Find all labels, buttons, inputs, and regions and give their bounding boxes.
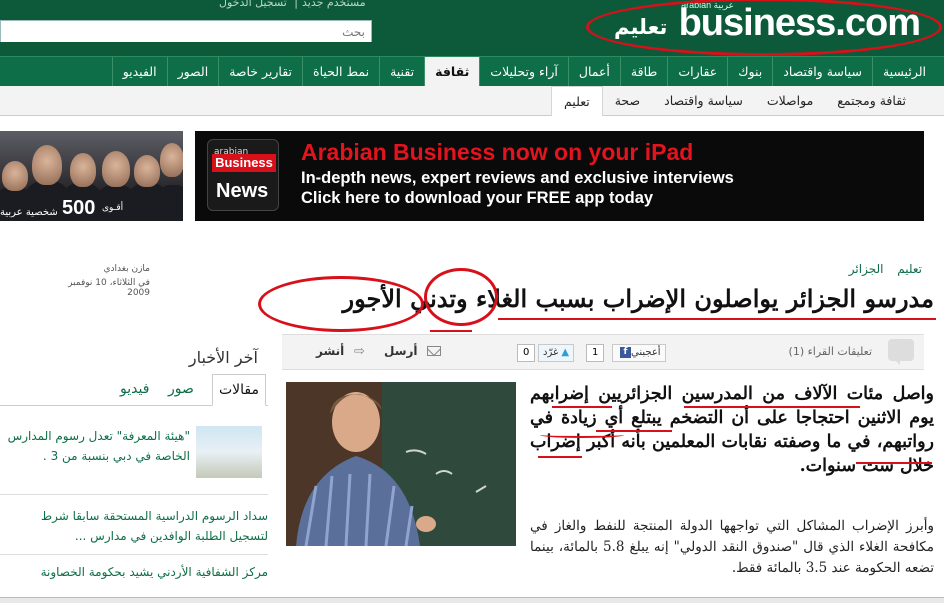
nav-item[interactable]: أعمال xyxy=(567,57,620,87)
teacher-illustration xyxy=(286,382,516,546)
subnav-item[interactable]: تعليم xyxy=(550,86,603,116)
banner-face xyxy=(102,151,130,187)
page-root: { "header": { "login_link": "تسجيل الدخو… xyxy=(0,0,944,603)
latest-news-tabs: مقالات صور فيديو xyxy=(0,374,268,406)
nav-item[interactable]: ثقافة xyxy=(424,57,480,87)
facebook-like-button[interactable]: f أعجبني xyxy=(612,344,666,362)
search-box xyxy=(0,20,372,42)
annotation-underline xyxy=(856,462,932,464)
list-divider xyxy=(0,554,268,555)
ipad-banner-headline: Arabian Business now on your iPad xyxy=(301,139,694,165)
annotation-underline xyxy=(498,318,936,320)
annotation-circle-word xyxy=(424,268,498,326)
nav-item[interactable]: بنوك xyxy=(727,57,772,87)
tweet-label: غرّد xyxy=(543,347,559,358)
ipad-banner-cta: Click here to download your FREE app tod… xyxy=(301,189,654,207)
banner-face xyxy=(70,153,96,187)
nav-item[interactable]: تقنية xyxy=(379,57,424,87)
nav-item[interactable]: نمط الحياة xyxy=(302,57,379,87)
nav-item[interactable]: طاقة xyxy=(619,57,667,87)
nav-item[interactable]: آراء وتحليلات xyxy=(479,57,568,87)
main-nav: الرئيسية سياسة واقتصاد بنوك عقارات طاقة أعمال… xyxy=(0,56,944,87)
article-byline: مازن بغدادي في الثلاثاء، 10 نوفمبر 2009 xyxy=(50,264,150,302)
banner-face xyxy=(134,155,160,187)
subnav-item[interactable]: سياسة واقتصاد xyxy=(652,86,755,116)
tweet-button[interactable]: غرّد ▲ xyxy=(538,344,575,362)
sub-nav: ثقافة ومجتمع مواصلات سياسة واقتصاد صحة تعليم xyxy=(0,86,944,116)
subnav-item[interactable]: ثقافة ومجتمع xyxy=(825,86,918,116)
reader-comments-link[interactable]: تعليقات القراء (1) xyxy=(789,345,872,358)
tweet-count: 0 xyxy=(517,344,536,362)
breadcrumb-item-education[interactable]: تعليم xyxy=(897,262,922,276)
annotation-underline xyxy=(430,330,472,332)
annotation-underline xyxy=(540,432,624,438)
banner-face xyxy=(32,145,62,185)
nav-item[interactable]: الرئيسية xyxy=(871,57,936,87)
twitter-bird-icon: ▲ xyxy=(561,347,570,358)
subnav-item[interactable]: مواصلات xyxy=(755,86,825,116)
banner-person xyxy=(156,185,183,221)
nav-item[interactable]: الفيديو xyxy=(111,57,167,87)
latest-news-title: آخر الأخبار xyxy=(188,348,258,367)
ipad-logo-brand: Business xyxy=(212,154,276,172)
send-button[interactable]: أرسل xyxy=(384,344,418,358)
like-count: 1 xyxy=(586,344,605,362)
mail-icon[interactable] xyxy=(427,346,441,356)
banner-face xyxy=(160,143,183,177)
account-links: مستخدم جديد| تسجيل الدخول xyxy=(215,0,370,9)
browser-status-bar xyxy=(0,597,944,603)
like-label: أعجبني xyxy=(631,347,661,358)
annotation-circle-word xyxy=(258,276,424,332)
annotation-underline xyxy=(538,456,582,458)
login-link[interactable]: تسجيل الدخول xyxy=(219,0,287,9)
new-user-link[interactable]: مستخدم جديد xyxy=(302,0,366,9)
news-item-2[interactable]: سداد الرسوم الدراسية المستحقة سابقا شرط … xyxy=(0,506,268,548)
article-paragraph: وأبرز الإضراب المشاكل التي تواجهها الدول… xyxy=(530,518,934,576)
tab-videos[interactable]: فيديو xyxy=(120,381,149,397)
list-divider xyxy=(0,494,268,495)
business-news-logo: arabian Business News xyxy=(207,139,279,211)
ipad-logo-news: News xyxy=(216,180,269,202)
comment-bubble-icon[interactable] xyxy=(888,339,914,365)
banner-500-caption: أقـوى xyxy=(102,203,124,213)
article-photo-teacher xyxy=(286,382,516,546)
nav-item[interactable]: تقارير خاصة xyxy=(218,57,302,87)
article-toolbar: تعليقات القراء (1) 1 f أعجبني 0 غرّد ▲ أر… xyxy=(282,334,924,370)
annotation-underline xyxy=(596,430,672,432)
facebook-icon: f xyxy=(620,346,631,358)
annotation-underline xyxy=(684,406,860,408)
search-input[interactable] xyxy=(1,22,371,42)
banner-500-caption-2: شخصية عربية xyxy=(0,207,58,218)
nav-item[interactable]: الصور xyxy=(166,57,219,87)
publish-date: في الثلاثاء، 10 نوفمبر 2009 xyxy=(68,278,150,298)
share-button[interactable]: أنشر xyxy=(316,344,344,358)
share-arrow-icon[interactable]: ⇨ xyxy=(354,344,365,359)
banner-500-number: 500 xyxy=(62,197,96,219)
breadcrumb-item-algeria[interactable]: الجزائر xyxy=(849,262,884,276)
banner-face xyxy=(2,161,28,191)
tab-photos[interactable]: صور xyxy=(168,381,194,397)
ipad-app-banner[interactable]: arabian Business News Arabian Business n… xyxy=(195,131,924,221)
author-name: مازن بغدادي xyxy=(103,264,150,274)
news-item-1[interactable]: "هيئة المعرفة" تعدل رسوم المدارس الخاصة … xyxy=(0,426,190,470)
tab-articles[interactable]: مقالات xyxy=(212,374,267,406)
subnav-item[interactable]: صحة xyxy=(603,86,652,116)
nav-item[interactable]: سياسة واقتصاد xyxy=(772,57,872,87)
annotation-underline xyxy=(552,406,612,408)
sub-nav-list: ثقافة ومجتمع مواصلات سياسة واقتصاد صحة تعليم xyxy=(0,86,944,116)
main-nav-list: الرئيسية سياسة واقتصاد بنوك عقارات طاقة أعمال… xyxy=(0,57,944,87)
banner-500-most-powerful[interactable]: 500 أقـوى شخصية عربية xyxy=(0,131,183,221)
nav-item[interactable]: عقارات xyxy=(667,57,727,87)
ipad-banner-subline: In-depth news, expert reviews and exclus… xyxy=(301,169,734,187)
breadcrumb: تعليم الجزائر xyxy=(839,262,922,276)
annotation-circle-logo xyxy=(586,0,942,56)
news-thumbnail[interactable] xyxy=(196,426,262,478)
news-item-3[interactable]: مركز الشفافية الأردني يشيد بحكومة الخصاو… xyxy=(0,562,268,582)
